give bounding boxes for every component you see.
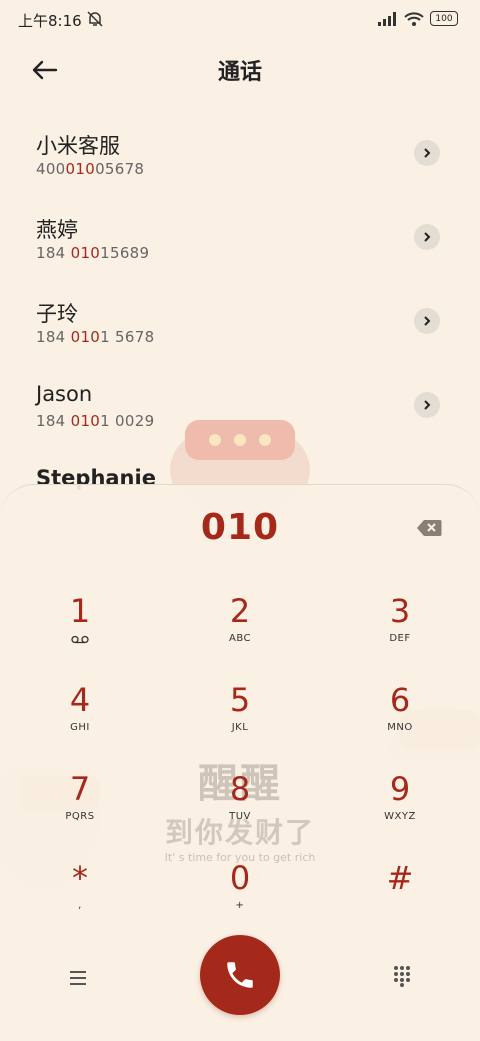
key-8[interactable]: 8 TUV [180, 771, 300, 851]
contact-detail-button[interactable] [414, 308, 440, 334]
contact-list: 小米客服 40001005678 燕婷 184 01015689 子玲 184 … [0, 112, 480, 532]
key-7[interactable]: 7 PQRS [20, 771, 140, 851]
key-1[interactable]: 1 [20, 593, 140, 673]
key-6[interactable]: 6 MNO [340, 682, 460, 762]
status-time: 上午8:16 [18, 12, 82, 30]
backspace-icon[interactable] [416, 519, 442, 537]
key-4[interactable]: 4 GHI [20, 682, 140, 762]
contact-name: 小米客服 [36, 134, 120, 158]
contact-item[interactable]: Jason 184 0101 0029 [0, 364, 480, 448]
number-match: 010 [70, 328, 101, 346]
wifi-icon [404, 11, 424, 26]
dialer-panel: 010 醒醒 到你发财了 It' s time for you to get r… [0, 484, 480, 1041]
status-icons: 100 [378, 11, 458, 26]
key-5[interactable]: 5 JKL [180, 682, 300, 762]
chevron-right-icon [424, 316, 431, 326]
key-3[interactable]: 3 DEF [340, 593, 460, 673]
number-match: 010 [65, 160, 96, 178]
dialpad-icon[interactable] [392, 965, 412, 987]
contact-item[interactable]: 小米客服 40001005678 [0, 112, 480, 196]
menu-icon[interactable] [68, 969, 88, 987]
contact-number: 184 0101 5678 [36, 328, 155, 346]
contact-item[interactable]: 子玲 184 0101 5678 [0, 280, 480, 364]
number-match: 010 [70, 244, 101, 262]
contact-number: 184 01015689 [36, 244, 150, 262]
status-bar: 上午8:16 100 [0, 0, 480, 40]
key-9[interactable]: 9 WXYZ [340, 771, 460, 851]
contact-detail-button[interactable] [414, 392, 440, 418]
number-match: 010 [70, 412, 101, 430]
contact-detail-button[interactable] [414, 224, 440, 250]
key-hash[interactable]: # [340, 860, 460, 940]
key-star[interactable]: * , [20, 860, 140, 940]
contact-number: 184 0101 0029 [36, 412, 155, 430]
page-title: 通话 [217, 60, 262, 85]
voicemail-icon [71, 635, 89, 644]
contact-name: Jason [36, 382, 93, 406]
contact-detail-button[interactable] [414, 140, 440, 166]
bell-off-icon [87, 11, 103, 27]
chevron-right-icon [424, 232, 431, 242]
chevron-right-icon [424, 400, 431, 410]
dial-number-display: 010 [200, 507, 280, 548]
contact-name: 燕婷 [36, 218, 78, 242]
contact-name: 子玲 [36, 302, 78, 326]
key-0[interactable]: 0 + [180, 860, 300, 940]
phone-icon [227, 962, 253, 988]
contact-number: 40001005678 [36, 160, 145, 178]
call-button[interactable] [200, 935, 280, 1015]
contact-item[interactable]: 燕婷 184 01015689 [0, 196, 480, 280]
signal-icon [378, 11, 396, 26]
chevron-right-icon [424, 148, 431, 158]
key-2[interactable]: 2 ABC [180, 593, 300, 673]
battery-indicator: 100 [430, 11, 458, 26]
